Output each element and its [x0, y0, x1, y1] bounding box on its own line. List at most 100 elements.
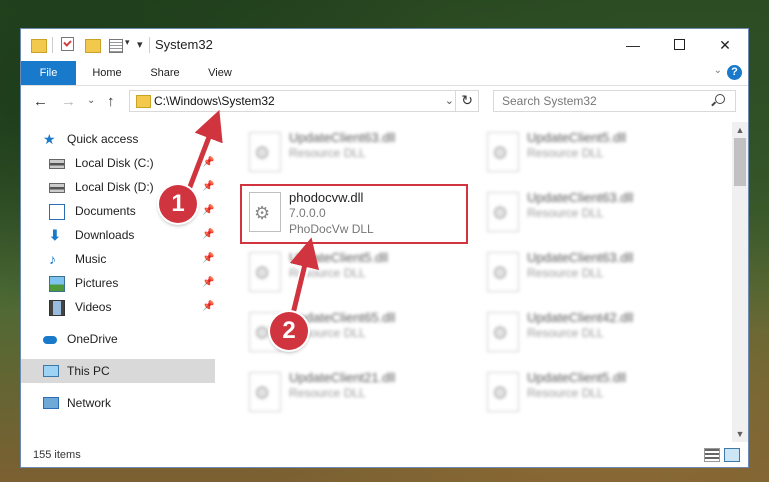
new-folder-icon[interactable] [85, 39, 101, 53]
tab-share[interactable]: Share [139, 61, 191, 85]
sidebar-item-label: This PC [67, 364, 110, 378]
back-button[interactable]: ← [33, 93, 48, 110]
dll-file-icon [487, 312, 519, 352]
search-icon[interactable] [715, 94, 725, 104]
tiles-view-icon[interactable] [724, 448, 740, 462]
vertical-scrollbar[interactable]: ▲ ▼ [732, 122, 748, 442]
close-button[interactable]: ✕ [702, 29, 748, 61]
pin-icon[interactable]: 📌 [202, 295, 214, 319]
star-icon: ★ [43, 131, 56, 147]
highlight-box [240, 184, 468, 244]
divider [149, 37, 150, 53]
pin-icon[interactable]: 📌 [202, 199, 214, 223]
minimize-button[interactable]: — [610, 29, 656, 61]
step-2-badge: 2 [270, 312, 308, 350]
file-item[interactable]: UpdateClient21.dll Resource DLL [245, 364, 471, 420]
sidebar-item-label: Videos [75, 300, 112, 314]
file-type: Resource DLL [527, 266, 604, 280]
file-type: Resource DLL [527, 206, 604, 220]
help-icon[interactable]: ? [727, 65, 742, 80]
tab-view[interactable]: View [196, 61, 244, 85]
details-view-icon[interactable] [704, 448, 720, 462]
sidebar-item-videos[interactable]: Videos 📌 [21, 295, 215, 319]
downloads-icon: ⬇ [49, 227, 61, 243]
pin-icon[interactable]: 📌 [202, 151, 214, 175]
expand-ribbon-icon[interactable]: ⌄ [714, 65, 722, 76]
up-button[interactable]: ↑ [107, 93, 115, 110]
pin-icon[interactable]: 📌 [202, 271, 214, 295]
file-explorer-window: ▾ ▾ System32 — ✕ File Home Share View ⌄ … [20, 28, 749, 468]
dll-file-icon [249, 132, 281, 172]
step-1-badge: 1 [159, 185, 197, 223]
dll-file-icon [487, 372, 519, 412]
pin-icon[interactable]: 📌 [202, 175, 214, 199]
navigation-bar: ← → ⌄ ↑ C:\Windows\System32 ⌄ ↻ [21, 86, 748, 118]
sidebar-item-label: Pictures [75, 276, 119, 290]
file-item[interactable]: UpdateClient63.dll Resource DLL [483, 244, 709, 300]
file-item[interactable]: UpdateClient63.dll Resource DLL [245, 124, 471, 180]
file-name: UpdateClient5.dll [527, 370, 627, 385]
sidebar-item-music[interactable]: ♪ Music 📌 [21, 247, 215, 271]
recent-locations-button[interactable]: ⌄ [87, 95, 95, 106]
customize-toolbar-icon[interactable]: ▾ [137, 38, 143, 54]
close-icon: ✕ [719, 37, 731, 53]
file-item[interactable]: UpdateClient5.dll Resource DLL [245, 244, 471, 300]
chevron-down-icon[interactable]: ⌄ [445, 94, 454, 107]
file-type: Resource DLL [289, 386, 366, 400]
divider [455, 91, 456, 111]
sidebar-item-label: Downloads [75, 228, 135, 242]
pin-icon[interactable]: 📌 [202, 223, 214, 247]
scroll-up-icon[interactable]: ▲ [732, 122, 748, 138]
refresh-icon[interactable]: ↻ [461, 92, 473, 109]
pin-icon[interactable]: 📌 [202, 247, 214, 271]
music-icon: ♪ [49, 251, 56, 267]
file-name: UpdateClient63.dll [527, 190, 634, 205]
file-type: Resource DLL [289, 266, 366, 280]
this-pc-icon [43, 365, 59, 377]
scroll-down-icon[interactable]: ▼ [732, 426, 748, 442]
file-item[interactable]: UpdateClient5.dll Resource DLL [483, 124, 709, 180]
properties-check-icon[interactable] [61, 37, 74, 51]
sidebar-item-this-pc[interactable]: This PC [21, 359, 215, 383]
window-title: System32 [155, 37, 213, 52]
address-bar[interactable]: C:\Windows\System32 ⌄ ↻ [129, 90, 479, 112]
forward-button[interactable]: → [61, 93, 76, 110]
file-item[interactable]: UpdateClient42.dll Resource DLL [483, 304, 709, 360]
address-path[interactable]: C:\Windows\System32 [154, 94, 275, 108]
sidebar-item-label: Network [67, 396, 112, 410]
sidebar-item-label: Documents [75, 204, 136, 218]
documents-icon [49, 204, 65, 220]
sidebar-item-pictures[interactable]: Pictures 📌 [21, 271, 215, 295]
chevron-down-icon[interactable]: ▾ [125, 37, 130, 53]
sidebar-item-network[interactable]: Network [21, 391, 215, 415]
file-type: Resource DLL [527, 386, 604, 400]
file-name: UpdateClient5.dll [527, 130, 627, 145]
sidebar-item-onedrive[interactable]: OneDrive [21, 327, 215, 351]
search-input[interactable] [493, 90, 736, 112]
file-type: Resource DLL [527, 146, 604, 160]
dll-file-icon [249, 372, 281, 412]
drive-icon [49, 183, 65, 193]
item-count: 155 items [33, 449, 81, 461]
scrollbar-thumb[interactable] [734, 138, 746, 186]
sidebar-item-label: OneDrive [67, 332, 118, 346]
pictures-icon [49, 276, 65, 292]
network-icon [43, 397, 59, 409]
file-list: UpdateClient63.dll Resource DLL phodocvw… [223, 122, 733, 442]
drive-icon [49, 159, 65, 169]
sidebar-item-label: Quick access [67, 132, 139, 146]
tab-file[interactable]: File [21, 61, 76, 85]
file-name: UpdateClient42.dll [527, 310, 634, 325]
file-name: UpdateClient21.dll [289, 370, 396, 385]
sidebar-item-local-disk-c[interactable]: Local Disk (C:) 📌 [21, 151, 215, 175]
file-type: Resource DLL [527, 326, 604, 340]
tab-home[interactable]: Home [81, 61, 133, 85]
sidebar-item-quick-access[interactable]: ★ Quick access [21, 127, 215, 151]
sidebar-item-downloads[interactable]: ⬇ Downloads 📌 [21, 223, 215, 247]
file-item[interactable]: UpdateClient5.dll Resource DLL [483, 364, 709, 420]
dll-file-icon [487, 132, 519, 172]
maximize-button[interactable] [656, 29, 702, 61]
file-item[interactable]: UpdateClient63.dll Resource DLL [483, 184, 709, 240]
sidebar-item-label: Local Disk (C:) [75, 156, 154, 170]
properties-icon[interactable] [109, 39, 123, 53]
